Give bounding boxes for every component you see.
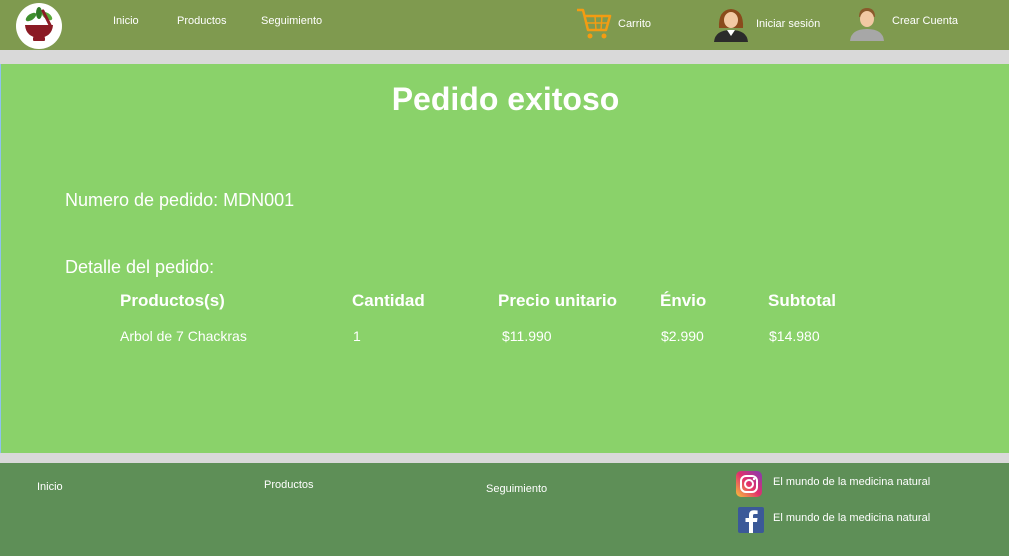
cart-icon[interactable] [575,5,613,41]
register-link[interactable]: Crear Cuenta [892,15,958,27]
top-navigation-bar: Inicio Productos Seguimiento Carrito Ini… [0,0,1009,50]
order-detail-label: Detalle del pedido: [65,257,215,277]
instagram-icon[interactable] [736,471,762,497]
order-confirmation-panel: Pedido exitoso Numero de pedido: MDN001 … [0,64,1009,453]
table-header-products: Productos(s) [120,291,225,310]
cell-subtotal: $14.980 [769,328,820,344]
table-header-shipping: Énvio [660,291,707,310]
table-header-subtotal: Subtotal [768,291,836,310]
man-avatar-icon[interactable] [848,5,886,41]
footer: Inicio Productos Seguimiento El mundo de… [0,463,1009,556]
cell-quantity: 1 [353,328,361,344]
logo[interactable] [16,3,62,49]
nav-link-inicio[interactable]: Inicio [113,15,139,27]
cell-shipping: $2.990 [661,328,704,344]
facebook-text[interactable]: El mundo de la medicina natural [773,512,930,524]
instagram-text[interactable]: El mundo de la medicina natural [773,476,930,488]
cart-link[interactable]: Carrito [618,18,651,30]
footer-link-inicio[interactable]: Inicio [37,481,63,493]
login-link[interactable]: Iniciar sesión [756,18,820,30]
cell-unit-price: $11.990 [502,328,552,344]
table-header-unit-price: Precio unitario [498,291,618,310]
nav-link-productos[interactable]: Productos [177,15,227,27]
woman-avatar-icon[interactable] [712,6,750,42]
order-number: Numero de pedido: MDN001 [65,190,295,210]
facebook-icon[interactable] [738,507,764,533]
footer-link-seguimiento[interactable]: Seguimiento [486,483,547,495]
mortar-herbs-logo-icon [25,7,53,41]
table-header-quantity: Cantidad [352,291,425,310]
nav-link-seguimiento[interactable]: Seguimiento [261,15,322,27]
cell-product: Arbol de 7 Chackras [120,328,247,344]
page-title: Pedido exitoso [391,81,620,117]
footer-link-productos[interactable]: Productos [264,479,314,491]
